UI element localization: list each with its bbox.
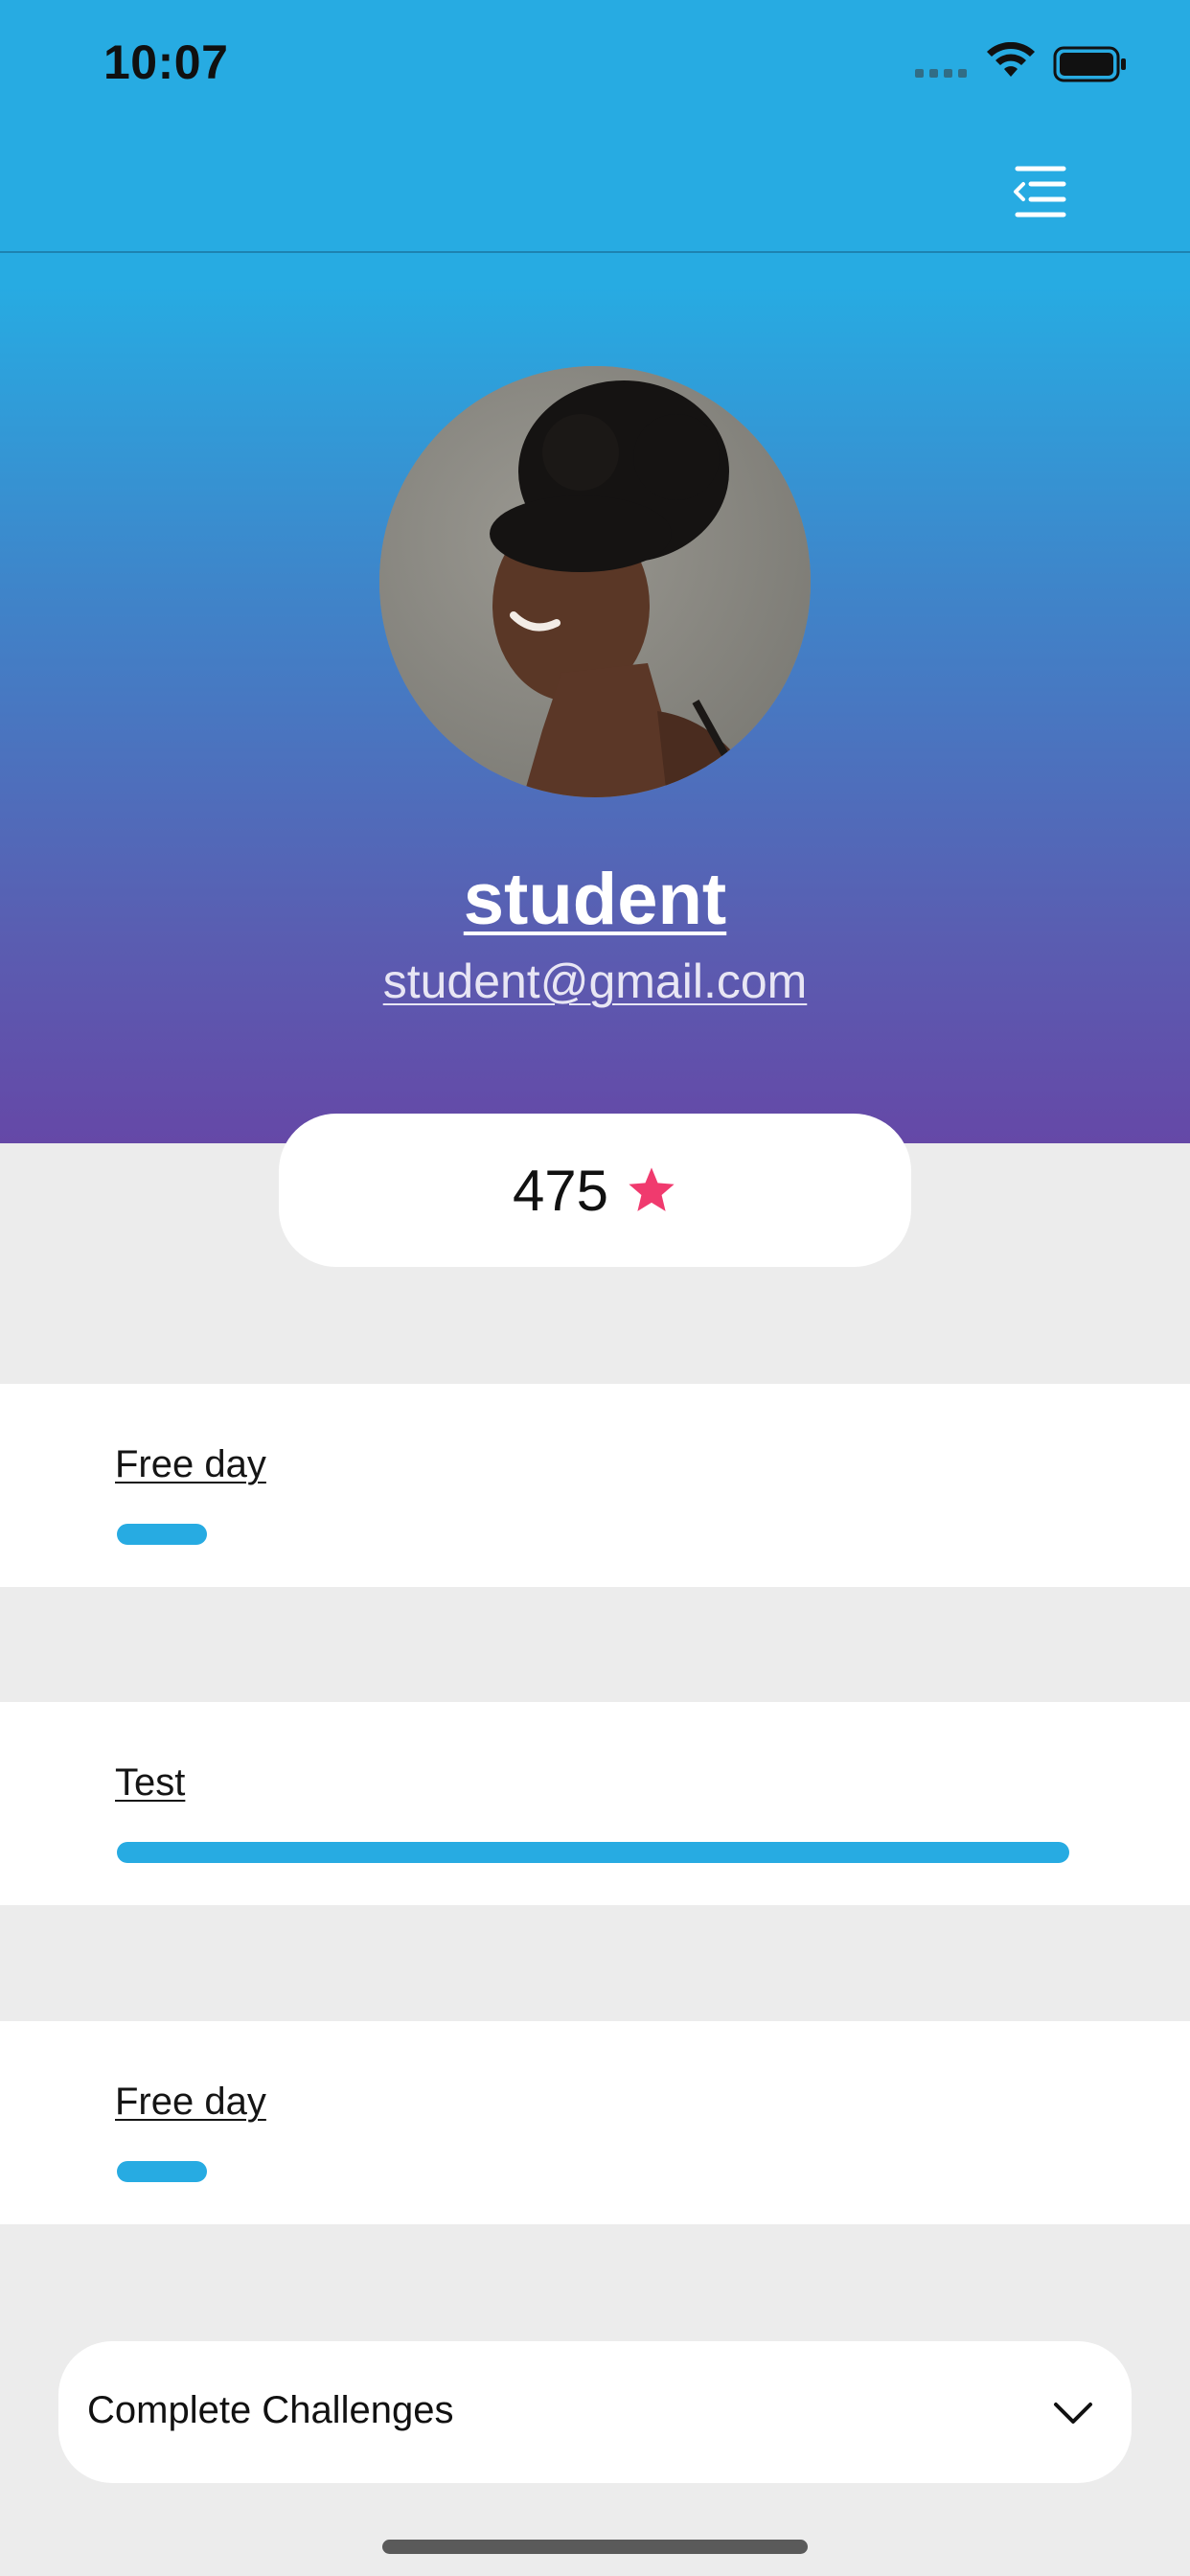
complete-challenges-dropdown[interactable]: Complete Challenges bbox=[58, 2341, 1132, 2483]
challenge-title[interactable]: Free day bbox=[115, 1443, 266, 1486]
challenge-progress-bar bbox=[117, 1842, 1069, 1863]
status-bar: 10:07 bbox=[0, 0, 1190, 134]
challenge-progress-bar bbox=[117, 1524, 1069, 1545]
navigation-bar bbox=[0, 134, 1190, 253]
challenge-row[interactable]: Test bbox=[0, 1702, 1190, 1905]
challenge-title[interactable]: Test bbox=[115, 1761, 185, 1805]
points-value: 475 bbox=[512, 1158, 609, 1223]
avatar-photo bbox=[379, 366, 811, 797]
progress-fill bbox=[117, 2161, 208, 2182]
challenge-title[interactable]: Free day bbox=[115, 2081, 266, 2124]
profile-email[interactable]: student@gmail.com bbox=[0, 954, 1190, 1009]
challenge-row[interactable]: Free day bbox=[0, 1384, 1190, 1587]
dropdown-label: Complete Challenges bbox=[87, 2389, 454, 2431]
profile-header: 10:07 student student@gmail.com bbox=[0, 0, 1190, 1143]
points-card: 475 bbox=[279, 1114, 911, 1267]
challenge-row[interactable]: Free day bbox=[0, 2021, 1190, 2224]
home-indicator[interactable] bbox=[382, 2540, 808, 2554]
wifi-icon bbox=[987, 42, 1035, 77]
status-time: 10:07 bbox=[103, 35, 229, 89]
battery-icon bbox=[1053, 46, 1126, 82]
chevron-down-icon bbox=[1054, 2403, 1092, 2424]
progress-fill bbox=[117, 1842, 1069, 1863]
challenge-progress-bar bbox=[117, 2161, 1069, 2182]
profile-name[interactable]: student bbox=[0, 858, 1190, 941]
profile-avatar[interactable] bbox=[379, 366, 811, 797]
star-icon bbox=[629, 1167, 675, 1211]
cellular-signal-icon bbox=[915, 69, 969, 79]
menu-collapse-icon[interactable] bbox=[1002, 155, 1079, 232]
progress-fill bbox=[117, 1524, 208, 1545]
